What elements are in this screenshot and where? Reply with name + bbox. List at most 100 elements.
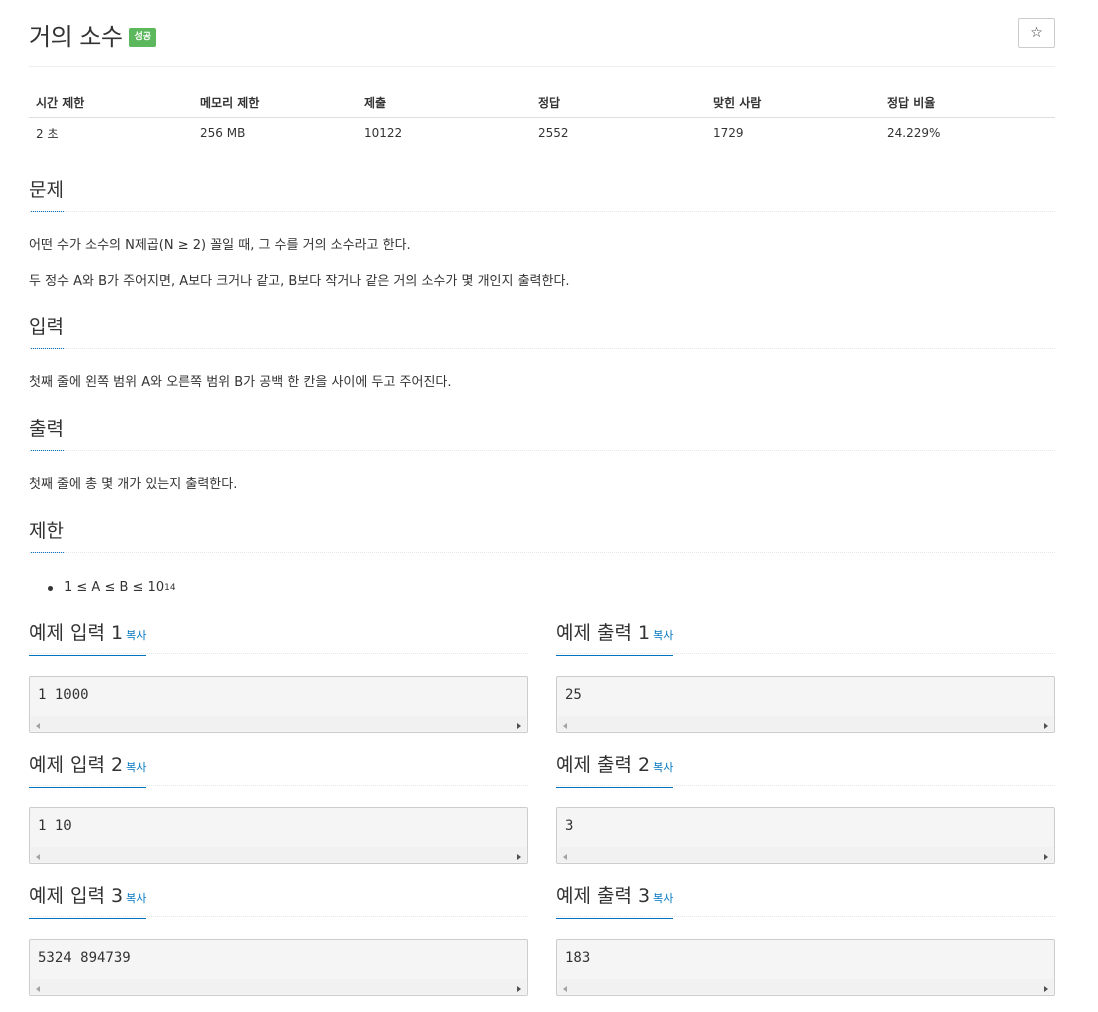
section-divider bbox=[29, 211, 1055, 212]
horizontal-scrollbar[interactable] bbox=[31, 979, 526, 994]
sample-input-code: 1 10 bbox=[38, 818, 72, 834]
sample-input-heading-2: 예제 입력 2 복사 bbox=[29, 752, 528, 792]
section-heading-limit: 제한 bbox=[29, 518, 1055, 558]
table-header-row: 시간 제한 메모리 제한 제출 정답 맞힌 사람 정답 비율 bbox=[29, 88, 1055, 118]
section-title: 문제 bbox=[29, 177, 64, 212]
copy-button[interactable]: 복사 bbox=[653, 892, 673, 905]
problem-info-table: 시간 제한 메모리 제한 제출 정답 맞힌 사람 정답 비율 2 초 256 M… bbox=[29, 88, 1055, 149]
copy-button[interactable]: 복사 bbox=[653, 761, 673, 774]
horizontal-scrollbar[interactable] bbox=[558, 716, 1053, 731]
sample-output-title-2: 예제 출력 2 복사 bbox=[556, 752, 674, 788]
scroll-right-arrow-icon[interactable] bbox=[517, 723, 521, 729]
sample-title-text: 예제 입력 3 bbox=[29, 885, 124, 907]
sample-output-heading-1: 예제 출력 1 복사 bbox=[556, 620, 1055, 660]
copy-button[interactable]: 복사 bbox=[126, 629, 146, 642]
copy-button[interactable]: 복사 bbox=[126, 892, 146, 905]
section-divider bbox=[556, 916, 1055, 917]
star-button[interactable]: ☆ bbox=[1018, 18, 1055, 48]
table-header-cell: 제출 bbox=[357, 88, 531, 118]
copy-button[interactable]: 복사 bbox=[653, 629, 673, 642]
section-title: 입력 bbox=[29, 314, 64, 349]
sample-input-box-1[interactable]: 1 1000 bbox=[29, 676, 528, 733]
sample-output-title-1: 예제 출력 1 복사 bbox=[556, 620, 674, 656]
sample-input-box-3[interactable]: 5324 894739 bbox=[29, 939, 528, 996]
horizontal-scrollbar[interactable] bbox=[558, 979, 1053, 994]
sample-output-heading-3: 예제 출력 3 복사 bbox=[556, 883, 1055, 923]
horizontal-scrollbar[interactable] bbox=[31, 716, 526, 731]
scroll-left-arrow-icon[interactable] bbox=[563, 854, 567, 860]
sample-input-heading-3: 예제 입력 3 복사 bbox=[29, 883, 528, 923]
sample-output-heading-2: 예제 출력 2 복사 bbox=[556, 752, 1055, 792]
sample-title-text: 예제 출력 2 bbox=[556, 754, 651, 776]
copy-button[interactable]: 복사 bbox=[126, 761, 146, 774]
problem-text-line: 어떤 수가 소수의 N제곱(N ≥ 2) 꼴일 때, 그 수를 거의 소수라고 … bbox=[29, 238, 411, 253]
sample-output-code: 25 bbox=[565, 687, 582, 703]
output-description: 첫째 줄에 총 몇 개가 있는지 출력한다. bbox=[29, 477, 238, 492]
section-heading-output: 출력 bbox=[29, 416, 1055, 456]
section-title: 제한 bbox=[29, 518, 64, 553]
scroll-left-arrow-icon[interactable] bbox=[36, 986, 40, 992]
title-row: 거의 소수 성공 bbox=[29, 16, 157, 52]
scroll-left-arrow-icon[interactable] bbox=[563, 723, 567, 729]
section-divider bbox=[29, 653, 528, 654]
table-cell: 256 MB bbox=[200, 126, 246, 141]
problem-title: 거의 소수 bbox=[29, 22, 123, 51]
scroll-right-arrow-icon[interactable] bbox=[1044, 986, 1048, 992]
problem-page: 거의 소수 성공 ☆ 시간 제한 메모리 제한 제출 정답 맞힌 사람 정답 비… bbox=[0, 0, 1098, 1012]
sample-input-title-3: 예제 입력 3 복사 bbox=[29, 883, 147, 919]
sample-output-code: 183 bbox=[565, 950, 591, 966]
horizontal-scrollbar[interactable] bbox=[558, 847, 1053, 862]
scroll-left-arrow-icon[interactable] bbox=[36, 854, 40, 860]
table-cell: 2 초 bbox=[36, 126, 59, 141]
scroll-right-arrow-icon[interactable] bbox=[1044, 723, 1048, 729]
scroll-left-arrow-icon[interactable] bbox=[563, 986, 567, 992]
limit-list-item: 1 ≤ A ≤ B ≤ 10 14 bbox=[48, 578, 176, 598]
sample-input-heading-1: 예제 입력 1 복사 bbox=[29, 620, 528, 660]
table-row: 2 초 256 MB 10122 2552 1729 24.229% bbox=[29, 117, 1055, 149]
section-heading-problem: 문제 bbox=[29, 177, 1055, 217]
sample-output-box-2[interactable]: 3 bbox=[556, 807, 1055, 864]
table-header-cell: 메모리 제한 bbox=[193, 88, 357, 118]
section-divider bbox=[29, 348, 1055, 349]
scroll-left-arrow-icon[interactable] bbox=[36, 723, 40, 729]
sample-input-box-2[interactable]: 1 10 bbox=[29, 807, 528, 864]
sample-input-title-1: 예제 입력 1 복사 bbox=[29, 620, 147, 656]
table-header-cell: 맞힌 사람 bbox=[706, 88, 880, 118]
sample-output-box-3[interactable]: 183 bbox=[556, 939, 1055, 996]
section-divider bbox=[29, 450, 1055, 451]
table-cell: 10122 bbox=[364, 126, 403, 141]
sample-title-text: 예제 출력 3 bbox=[556, 885, 651, 907]
star-icon: ☆ bbox=[1030, 25, 1043, 41]
title-divider bbox=[29, 66, 1055, 67]
sample-output-code: 3 bbox=[565, 818, 574, 834]
problem-text-line: 두 정수 A와 B가 주어지면, A보다 크거나 같고, B보다 작거나 같은 … bbox=[29, 274, 570, 289]
sample-title-text: 예제 출력 1 bbox=[556, 622, 651, 644]
table-cell: 2552 bbox=[538, 126, 569, 141]
input-description: 첫째 줄에 왼쪽 범위 A와 오른쪽 범위 B가 공백 한 칸을 사이에 두고 … bbox=[29, 375, 452, 390]
table-header-cell: 시간 제한 bbox=[29, 88, 193, 118]
sample-title-text: 예제 입력 2 bbox=[29, 754, 124, 776]
bullet-icon bbox=[48, 585, 53, 591]
sample-output-box-1[interactable]: 25 bbox=[556, 676, 1055, 733]
section-heading-input: 입력 bbox=[29, 314, 1055, 354]
section-divider bbox=[29, 552, 1055, 553]
limit-exponent: 14 bbox=[164, 583, 176, 593]
sample-title-text: 예제 입력 1 bbox=[29, 622, 124, 644]
sample-input-title-2: 예제 입력 2 복사 bbox=[29, 752, 147, 788]
table-cell: 1729 bbox=[713, 126, 744, 141]
section-divider bbox=[29, 785, 528, 786]
sample-output-title-3: 예제 출력 3 복사 bbox=[556, 883, 674, 919]
section-divider bbox=[556, 653, 1055, 654]
section-title: 출력 bbox=[29, 416, 64, 451]
table-cell: 24.229% bbox=[887, 126, 941, 141]
limit-text: 1 ≤ A ≤ B ≤ 10 bbox=[64, 580, 165, 595]
table-header-cell: 정답 비율 bbox=[880, 88, 1055, 118]
section-divider bbox=[29, 916, 528, 917]
scroll-right-arrow-icon[interactable] bbox=[517, 854, 521, 860]
table-header-cell: 정답 bbox=[531, 88, 706, 118]
scroll-right-arrow-icon[interactable] bbox=[1044, 854, 1048, 860]
scroll-right-arrow-icon[interactable] bbox=[517, 986, 521, 992]
horizontal-scrollbar[interactable] bbox=[31, 847, 526, 862]
section-divider bbox=[556, 785, 1055, 786]
sample-input-code: 1 1000 bbox=[38, 687, 89, 703]
